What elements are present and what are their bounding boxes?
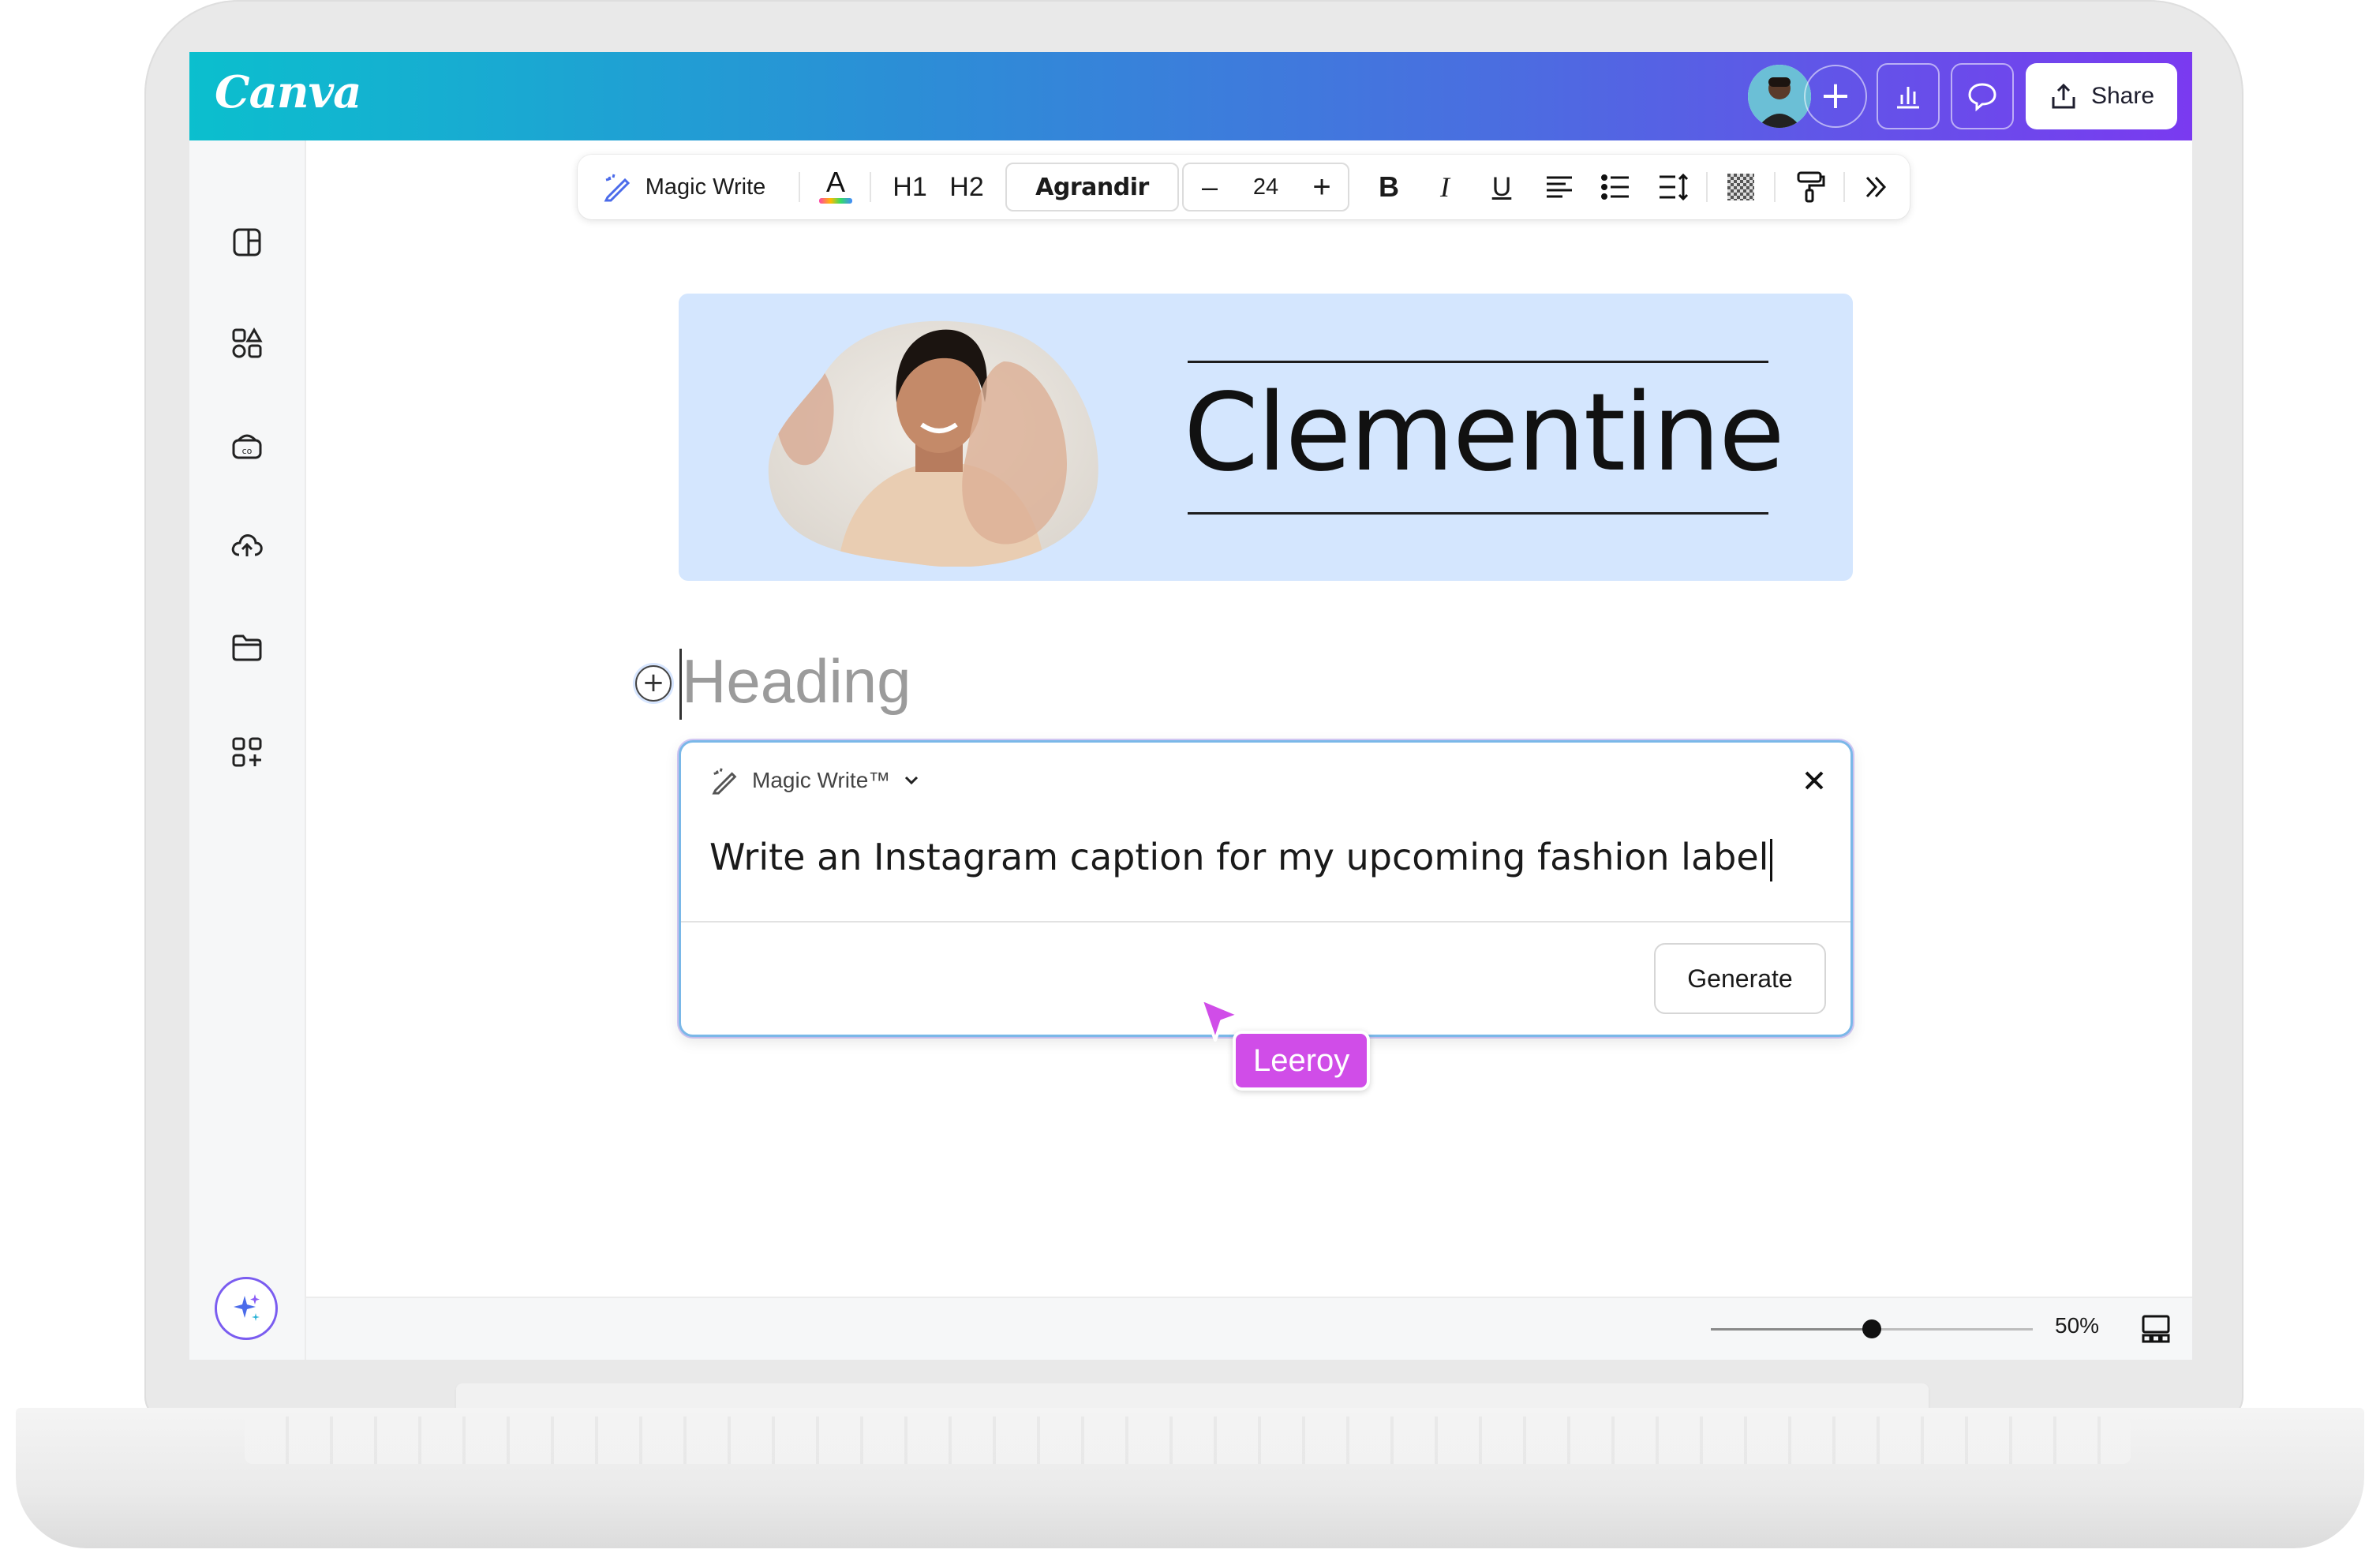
user-avatar[interactable] [1748, 65, 1811, 128]
magic-write-tool[interactable]: Magic Write [592, 155, 775, 219]
font-family-select[interactable]: Agrandir [1005, 163, 1179, 211]
design-icon[interactable] [227, 223, 267, 262]
svg-text:co: co [242, 446, 253, 456]
toolbar-divider [799, 172, 800, 202]
prompt-text: Write an Instagram caption for my upcomi… [709, 836, 1769, 878]
align-left-icon [1547, 176, 1572, 198]
laptop-keyboard [245, 1417, 2131, 1464]
canva-logo[interactable]: Canva [215, 66, 361, 118]
magic-write-panel: Magic Write™ Write an Instagram caption … [679, 740, 1853, 1037]
copy-style-button[interactable] [1788, 155, 1832, 219]
underline-button[interactable]: U [1482, 155, 1521, 219]
left-sidebar: co [189, 140, 306, 1360]
heading1-button[interactable]: H1 [887, 155, 933, 219]
share-label: Share [2090, 83, 2155, 109]
double-chevron-right-icon [1865, 176, 1887, 198]
comment-button[interactable] [1951, 63, 2014, 129]
profile-photo[interactable] [767, 314, 1102, 567]
heading2-button[interactable]: H2 [944, 155, 990, 219]
banner-title[interactable]: Clementine [1184, 371, 1785, 496]
share-button[interactable]: Share [2026, 63, 2177, 129]
header-banner[interactable]: Clementine [679, 294, 1853, 581]
upload-share-icon [2052, 83, 2075, 109]
banner-rule-bottom [1188, 512, 1768, 515]
add-collaborator-icon[interactable]: + [1804, 65, 1867, 128]
magic-pen-icon [712, 768, 737, 795]
bullet-list-icon [1601, 174, 1629, 200]
elements-icon[interactable] [227, 324, 267, 363]
list-button[interactable] [1596, 155, 1637, 219]
text-color-icon: A [819, 167, 852, 204]
brand-icon[interactable]: co [227, 426, 267, 466]
text-toolbar: Magic Write A H1 H2 Agrandir – 24 + B I … [578, 155, 1910, 219]
magic-icon [234, 1294, 260, 1321]
close-icon[interactable] [1798, 765, 1830, 796]
prompt-input[interactable]: Write an Instagram caption for my upcomi… [709, 836, 1773, 881]
svg-text:A: A [826, 167, 845, 198]
magic-pen-icon [604, 174, 630, 202]
add-block-button[interactable]: + [635, 665, 672, 702]
insights-button[interactable] [1877, 63, 1940, 129]
heading-placeholder[interactable]: Heading [682, 646, 911, 717]
projects-icon[interactable] [227, 628, 267, 668]
spacing-button[interactable] [1652, 155, 1693, 219]
decrease-size-button[interactable]: – [1190, 164, 1229, 210]
zoom-slider-fill [1711, 1328, 1872, 1331]
apps-icon[interactable] [227, 732, 267, 772]
uploads-icon[interactable] [227, 526, 267, 565]
magic-assistant-button[interactable] [215, 1277, 278, 1340]
text-color-button[interactable]: A [813, 155, 859, 219]
comment-icon [1968, 83, 1996, 112]
generate-button[interactable]: Generate [1654, 943, 1826, 1014]
magic-write-menu[interactable]: Magic Write™ [709, 765, 922, 796]
line-spacing-icon [1660, 173, 1689, 201]
toolbar-divider [1843, 172, 1845, 202]
increase-size-button[interactable]: + [1302, 164, 1342, 210]
transparency-button[interactable] [1719, 155, 1763, 219]
bold-button[interactable]: B [1369, 155, 1409, 219]
more-tools-button[interactable] [1853, 155, 1899, 219]
align-button[interactable] [1539, 155, 1580, 219]
magic-write-title: Magic Write™ [752, 768, 891, 792]
font-size-input[interactable]: 24 [1233, 164, 1299, 210]
chevron-down-icon [905, 776, 919, 785]
magic-write-label: Magic Write [645, 174, 766, 200]
banner-rule-top [1188, 361, 1768, 363]
page-grid-icon[interactable] [2140, 1313, 2172, 1345]
zoom-level[interactable]: 50% [2055, 1313, 2099, 1338]
prompt-caret [1770, 838, 1773, 881]
toolbar-divider [1706, 172, 1708, 202]
paint-roller-icon [1797, 171, 1825, 203]
top-bar: Canva + Share [189, 52, 2192, 140]
laptop-hinge [456, 1383, 1929, 1410]
italic-button[interactable]: I [1425, 155, 1465, 219]
toolbar-divider [870, 172, 871, 202]
collaborator-name-tag: Leeroy [1233, 1031, 1371, 1091]
transparency-icon [1727, 174, 1754, 200]
app-window: Canva + Share co Magic Write A H1 H2 Agr… [189, 52, 2192, 1360]
toolbar-divider [1774, 172, 1776, 202]
font-size-stepper: – 24 + [1182, 163, 1349, 211]
insights-icon [1897, 87, 1919, 109]
zoom-slider-handle[interactable] [1862, 1319, 1881, 1338]
panel-divider [681, 921, 1850, 923]
